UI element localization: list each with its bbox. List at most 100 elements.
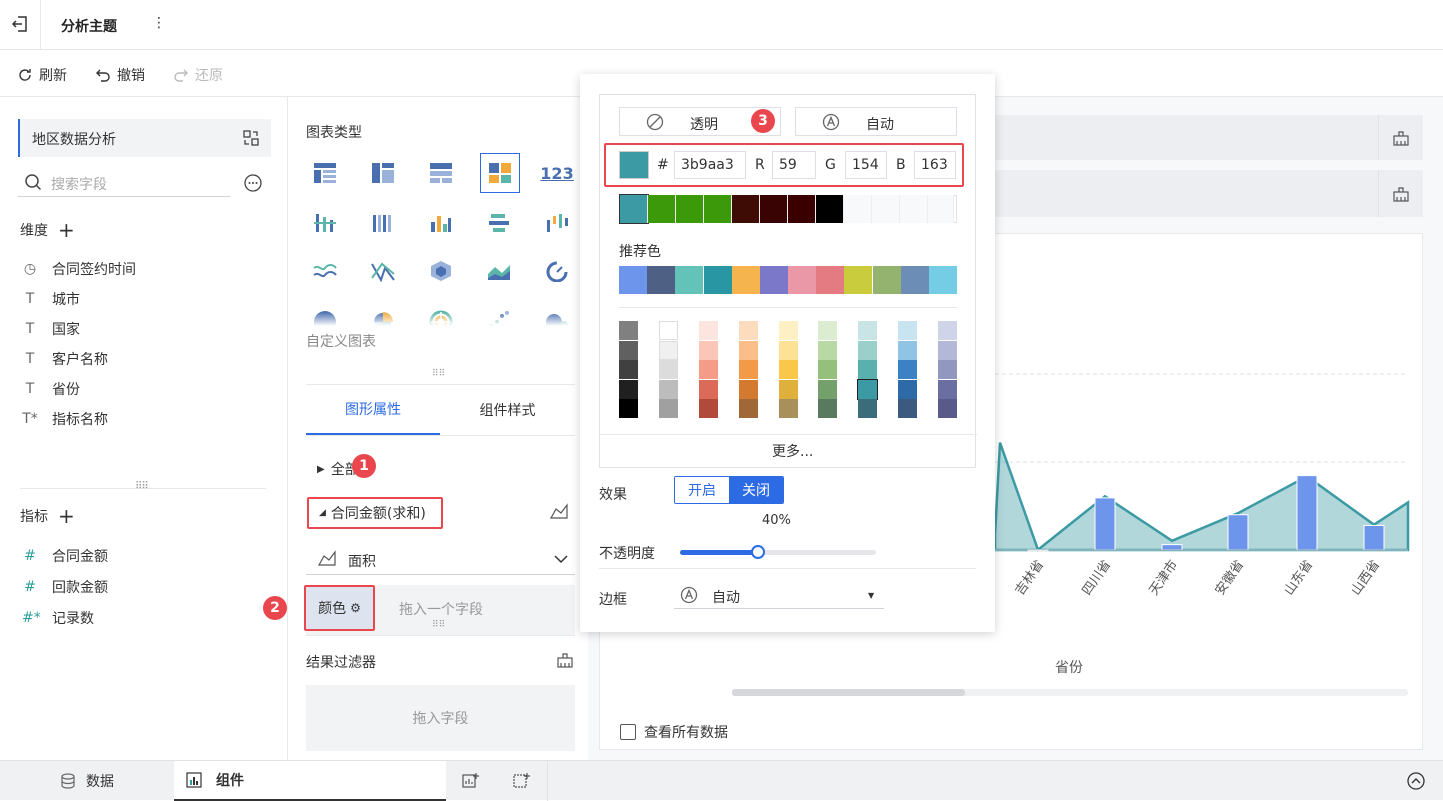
- grid-color-cell[interactable]: [858, 399, 878, 418]
- grid-color-cell[interactable]: [938, 379, 957, 399]
- recent-color-swatch[interactable]: [648, 195, 676, 223]
- r-input[interactable]: 59: [772, 151, 816, 179]
- tab-component-style[interactable]: 组件样式: [440, 385, 575, 435]
- grid-color-cell[interactable]: [778, 379, 798, 399]
- grid-color-cell[interactable]: [698, 360, 718, 379]
- recommend-color-swatch[interactable]: [872, 266, 901, 294]
- section-drag-handle[interactable]: ⠿⠿: [432, 369, 445, 379]
- dimension-item[interactable]: T 客户名称: [22, 344, 136, 374]
- bar-chart-icon-1[interactable]: [306, 204, 344, 242]
- recommend-color-swatch[interactable]: [788, 266, 817, 294]
- grid-color-cell[interactable]: [818, 321, 838, 340]
- add-measure-icon[interactable]: +: [58, 506, 75, 526]
- recommend-color-swatch[interactable]: [816, 266, 845, 294]
- recommend-color-swatch[interactable]: [619, 266, 648, 294]
- recommend-color-swatch[interactable]: [703, 266, 732, 294]
- dimension-item[interactable]: T 省份: [22, 374, 136, 404]
- grid-color-cell[interactable]: [858, 360, 878, 379]
- grid-color-cell[interactable]: [938, 321, 957, 340]
- column-chart-icon[interactable]: [422, 204, 460, 242]
- color-property-button[interactable]: 颜色 ⚙: [304, 585, 375, 631]
- recent-color-swatch[interactable]: [928, 195, 954, 223]
- recent-color-swatch[interactable]: [900, 195, 928, 223]
- recent-color-swatch[interactable]: [872, 195, 900, 223]
- more-options-icon[interactable]: [243, 173, 263, 193]
- grid-color-cell[interactable]: [938, 360, 957, 379]
- scrollbar-thumb[interactable]: [732, 689, 965, 696]
- effect-off-button[interactable]: 关闭: [729, 477, 783, 503]
- grid-color-cell[interactable]: [898, 379, 918, 399]
- grid-color-cell[interactable]: [698, 399, 718, 418]
- filter-bar-1-brush-icon[interactable]: [1378, 115, 1423, 160]
- opacity-slider-thumb[interactable]: [751, 545, 766, 559]
- dimension-item[interactable]: T* 指标名称: [22, 404, 136, 434]
- recommend-color-swatch[interactable]: [731, 266, 760, 294]
- grid-color-cell[interactable]: [898, 360, 918, 379]
- tab-data[interactable]: 数据: [0, 761, 174, 801]
- stacked-bar-icon[interactable]: [480, 204, 518, 242]
- b-input[interactable]: 163: [914, 151, 956, 179]
- radar-chart-icon[interactable]: [422, 252, 460, 290]
- grid-color-cell[interactable]: [898, 399, 918, 418]
- show-all-data-checkbox[interactable]: 查看所有数据: [620, 722, 728, 742]
- add-dimension-icon[interactable]: +: [58, 220, 75, 240]
- effect-on-button[interactable]: 开启: [675, 477, 729, 503]
- opacity-slider[interactable]: [680, 545, 876, 559]
- grid-color-cell[interactable]: [818, 360, 838, 379]
- grid-color-cell[interactable]: [619, 399, 638, 418]
- recommend-color-swatch[interactable]: [844, 266, 873, 294]
- grid-color-cell[interactable]: [738, 340, 758, 360]
- switch-dataset-icon[interactable]: [242, 129, 260, 147]
- dimension-item[interactable]: T 国家: [22, 314, 136, 344]
- gauge-chart-icon[interactable]: [538, 252, 576, 290]
- filter-drop-zone[interactable]: 拖入字段: [306, 685, 575, 751]
- grid-color-cell[interactable]: [619, 340, 638, 360]
- g-input[interactable]: 154: [845, 151, 887, 179]
- measure-section-toggle[interactable]: ◢ 合同金额(求和): [307, 497, 443, 529]
- exit-icon[interactable]: [10, 14, 30, 34]
- recent-color-swatch[interactable]: [676, 195, 704, 223]
- grid-color-cell[interactable]: [778, 399, 798, 418]
- bar-安徽省[interactable]: [1227, 514, 1249, 551]
- grid-color-cell[interactable]: [778, 360, 798, 379]
- tab-graph-props[interactable]: 图形属性: [306, 385, 440, 435]
- grid-color-cell[interactable]: [658, 360, 678, 379]
- bar-天津市[interactable]: [1161, 544, 1183, 551]
- pivot-table-icon[interactable]: [364, 154, 402, 192]
- area-series[interactable]: [993, 442, 1410, 552]
- color-drop-zone[interactable]: 拖入一个字段: [399, 599, 483, 619]
- add-component-icon[interactable]: [462, 772, 480, 794]
- recent-color-swatch[interactable]: [816, 195, 844, 223]
- auto-color-button[interactable]: 自动: [795, 107, 957, 136]
- dimension-item[interactable]: ◷ 合同签约时间: [22, 254, 136, 284]
- border-select[interactable]: 自动 ▼: [674, 583, 884, 609]
- grid-color-cell[interactable]: [698, 379, 718, 399]
- filter-bar-1[interactable]: [993, 115, 1423, 160]
- grid-color-cell[interactable]: [858, 321, 878, 340]
- add-dashboard-icon[interactable]: [513, 772, 531, 794]
- dashboard-chart-icon[interactable]: [480, 153, 520, 193]
- grid-color-cell[interactable]: [738, 399, 758, 418]
- grid-color-cell[interactable]: [698, 340, 718, 360]
- grid-color-cell[interactable]: [938, 399, 957, 418]
- redo-button[interactable]: 还原: [173, 65, 223, 85]
- grid-color-cell[interactable]: [658, 399, 678, 418]
- kpi-number-icon[interactable]: 123: [538, 154, 576, 192]
- filter-bar-2-brush-icon[interactable]: [1378, 170, 1423, 217]
- grid-color-cell[interactable]: [938, 340, 957, 360]
- recent-color-swatch[interactable]: [704, 195, 732, 223]
- recent-color-swatch[interactable]: [760, 195, 788, 223]
- grid-color-cell[interactable]: [818, 340, 838, 360]
- bar-chart-icon-2[interactable]: [364, 204, 402, 242]
- more-menu-icon[interactable]: ⋮: [152, 15, 166, 31]
- measure-item[interactable]: #* 记录数: [22, 602, 108, 633]
- table-chart-icon[interactable]: [306, 154, 344, 192]
- grid-color-cell[interactable]: [619, 321, 638, 340]
- dimension-item[interactable]: T 城市: [22, 284, 136, 314]
- checkbox-box[interactable]: [620, 724, 636, 740]
- line-chart-icon[interactable]: [306, 252, 344, 290]
- refresh-button[interactable]: 刷新: [17, 65, 67, 85]
- radar-line-icon[interactable]: [364, 252, 402, 290]
- horizontal-scrollbar[interactable]: [732, 689, 1408, 696]
- custom-chart-label[interactable]: 自定义图表: [306, 331, 376, 351]
